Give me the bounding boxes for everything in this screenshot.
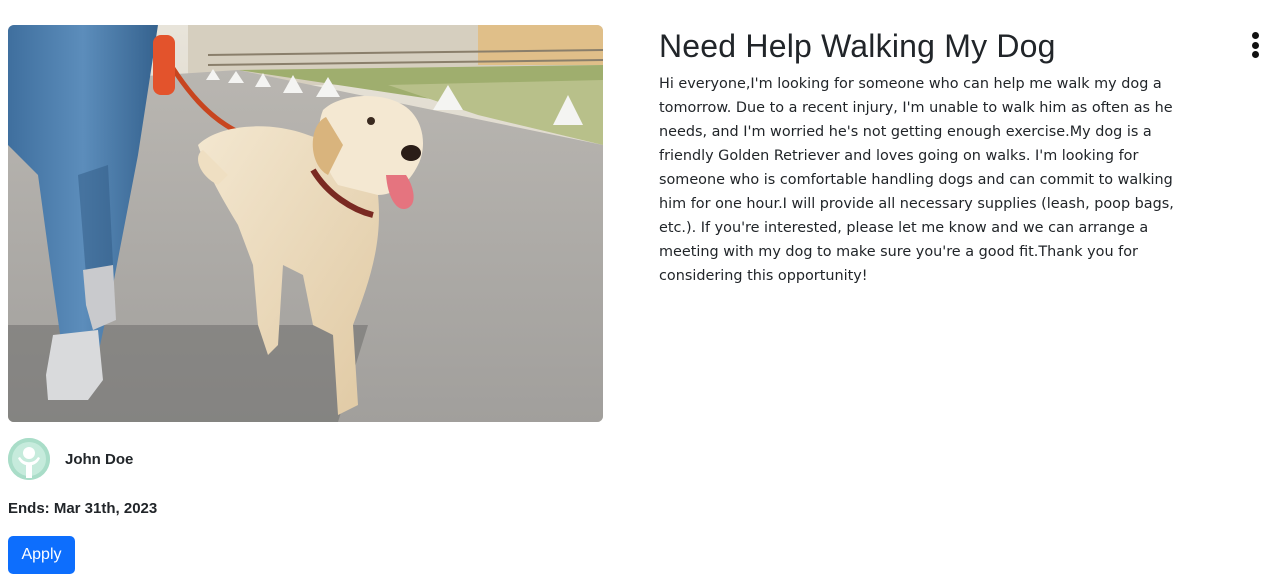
post-photo — [8, 25, 603, 422]
kebab-dot — [1251, 41, 1259, 49]
end-date-label: Ends: — [8, 500, 50, 517]
kebab-dot — [1251, 51, 1259, 58]
kebab-dot — [1251, 32, 1259, 39]
more-vertical-icon[interactable] — [1244, 30, 1266, 60]
apply-button[interactable]: Apply — [8, 536, 75, 574]
end-date-value: Mar 31th, 2023 — [53, 500, 158, 517]
poster-info: John Doe — [8, 438, 133, 480]
avatar[interactable] — [8, 438, 50, 480]
end-date: Ends: Mar 31th, 2023 — [8, 500, 157, 517]
user-avatar-icon — [8, 438, 50, 480]
post-description: Hi everyone,I'm looking for someone who … — [659, 76, 1174, 284]
poster-name[interactable]: John Doe — [65, 451, 133, 468]
dog-walking-image — [8, 25, 603, 422]
post-title: Need Help Walking My Dog — [659, 28, 1056, 64]
post-detail: John Doe Ends: Mar 31th, 2023 Apply Need… — [0, 0, 1279, 577]
